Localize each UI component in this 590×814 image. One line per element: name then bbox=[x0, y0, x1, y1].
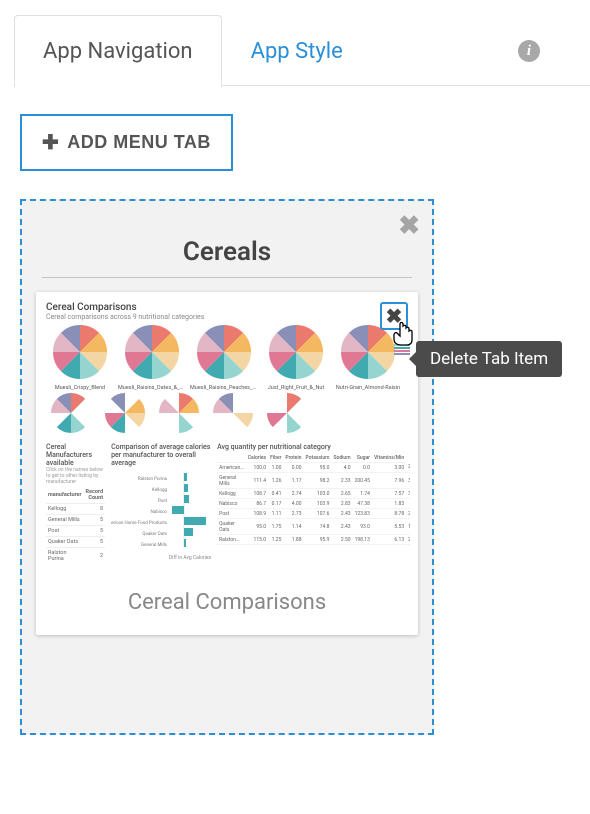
nutrition-table: CaloriesFiberProteinPotassiumSodiumSugar… bbox=[217, 453, 410, 545]
cursor-pointer-icon bbox=[392, 320, 416, 346]
panel-title: Cereal Manufacturers available bbox=[46, 443, 105, 467]
tab-bar: App Navigation App Style i bbox=[14, 14, 590, 86]
svg-text:Kellogg: Kellogg bbox=[152, 487, 167, 493]
divider bbox=[42, 277, 412, 278]
tooltip-delete-tab-item: Delete Tab Item bbox=[416, 341, 562, 377]
svg-text:Ralston Purina: Ralston Purina bbox=[138, 476, 168, 482]
bar-chart-panel: Comparison of average calories per manuf… bbox=[111, 443, 211, 562]
tab-item-card[interactable]: ✖ Cereal Comparisons Cereal comparisons … bbox=[36, 292, 418, 635]
lower-panels: Cereal Manufacturers available Click on … bbox=[44, 439, 410, 562]
nutrition-table-panel: Avg quantity per nutritional category Ca… bbox=[217, 443, 410, 562]
manufacturer-table: manufacturerRecord CountKellogg8General … bbox=[46, 487, 105, 562]
svg-text:Quaker Oats: Quaker Oats bbox=[142, 531, 167, 537]
section-title: Cereals bbox=[36, 237, 418, 267]
menu-tab-container: ✖ Cereals ✖ Cereal Comparisons Cereal co… bbox=[20, 199, 434, 735]
tab-app-style[interactable]: App Style bbox=[222, 15, 372, 87]
add-menu-tab-label: ADD MENU TAB bbox=[67, 132, 211, 153]
manufacturer-table-panel: Cereal Manufacturers available Click on … bbox=[46, 443, 105, 562]
close-container-button[interactable]: ✖ bbox=[398, 211, 420, 241]
svg-text:Diff in Avg Calories: Diff in Avg Calories bbox=[169, 554, 211, 561]
pie-row: Muesli_Crispy_BlendMuesli_Raisins_Dates_… bbox=[44, 323, 410, 391]
plus-icon: ✚ bbox=[42, 130, 59, 155]
panel-sub: Click on the names below to get to other… bbox=[46, 467, 105, 485]
info-icon[interactable]: i bbox=[518, 40, 540, 62]
preview-title: Cereal Comparisons bbox=[44, 300, 410, 313]
panel-title: Avg quantity per nutritional category bbox=[217, 443, 410, 451]
svg-text:Nabisco: Nabisco bbox=[151, 509, 168, 515]
svg-text:Post: Post bbox=[158, 498, 168, 504]
svg-text:General Mills: General Mills bbox=[141, 542, 168, 548]
dashboard-preview: Cereal Comparisons Cereal comparisons ac… bbox=[44, 300, 410, 562]
preview-subtitle: Cereal comparisons across 9 nutritional … bbox=[44, 313, 410, 323]
pie-row bbox=[44, 391, 410, 439]
bar-chart: Ralston Purina Kellogg Post Nabisco American… bbox=[111, 469, 211, 561]
tab-app-navigation[interactable]: App Navigation bbox=[14, 15, 222, 87]
svg-text:American Home Food Products: American Home Food Products bbox=[111, 520, 168, 526]
card-caption: Cereal Comparisons bbox=[44, 590, 410, 615]
add-menu-tab-button[interactable]: ✚ ADD MENU TAB bbox=[20, 114, 233, 171]
panel-title: Comparison of average calories per manuf… bbox=[111, 443, 211, 467]
